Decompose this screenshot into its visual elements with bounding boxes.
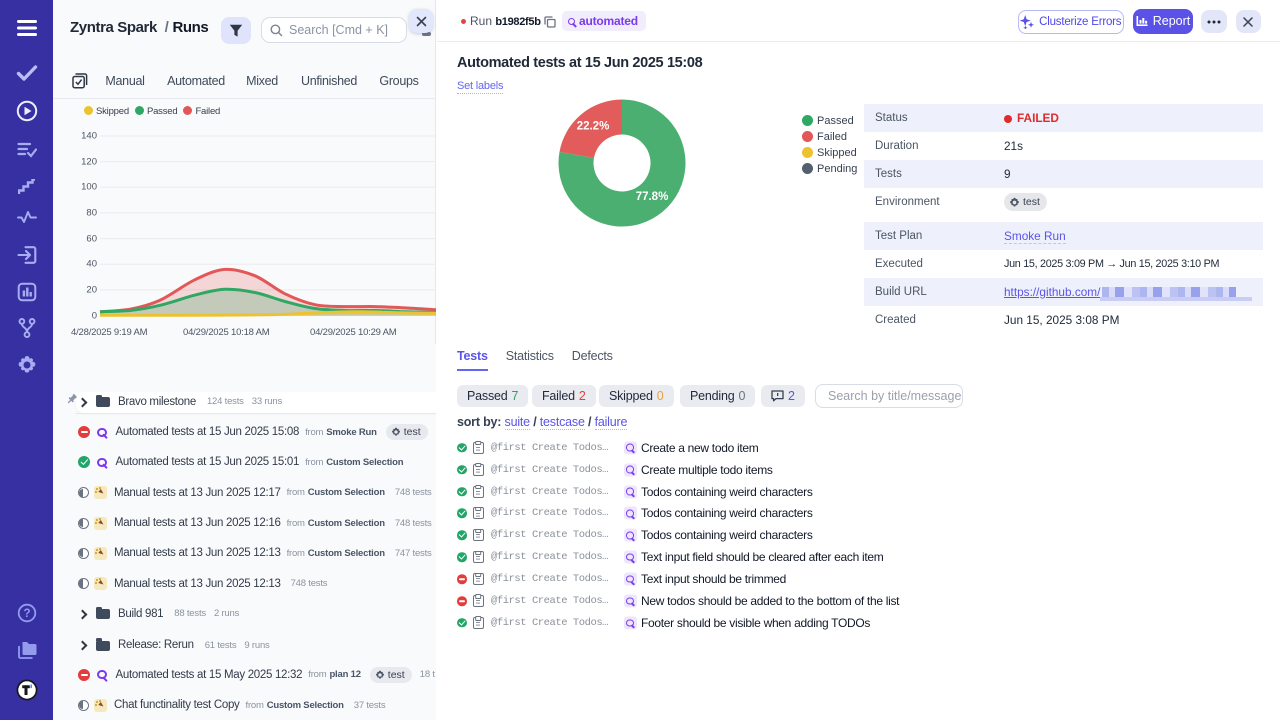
svg-text:77.8%: 77.8% [636, 191, 669, 203]
svg-text:22.2%: 22.2% [577, 121, 610, 133]
svg-text:?: ? [23, 608, 30, 620]
